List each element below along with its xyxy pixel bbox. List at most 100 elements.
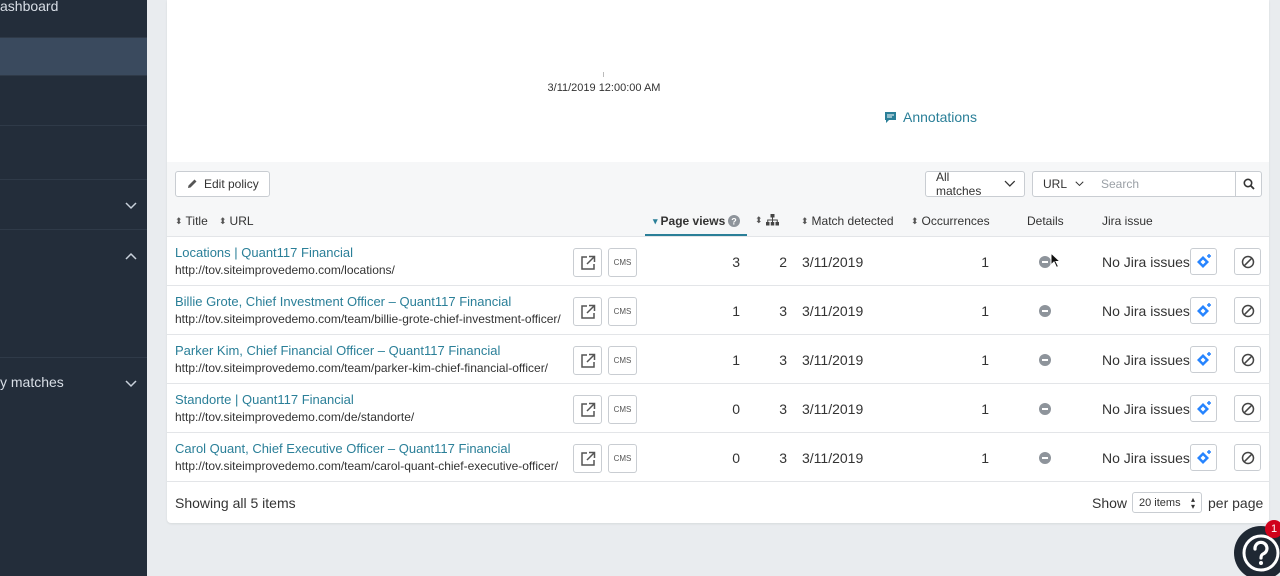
match-filter-value: All matches	[936, 170, 982, 198]
page-title-link[interactable]: Carol Quant, Chief Executive Officer – Q…	[175, 441, 511, 456]
sidebar-item[interactable]	[0, 76, 147, 126]
sidebar-item-expandable[interactable]	[0, 180, 147, 230]
notification-badge: 1	[1265, 520, 1280, 538]
jira-status: No Jira issues	[1102, 303, 1190, 319]
annotations-label: Annotations	[903, 109, 977, 125]
open-page-button[interactable]	[573, 297, 602, 326]
main-panel: 3/11/2019 12:00:00 AM Annotations Edit p…	[167, 0, 1269, 523]
match-filter-dropdown[interactable]: All matches	[925, 170, 1025, 198]
column-header-details: Details	[1027, 214, 1064, 228]
external-link-icon	[580, 353, 595, 368]
open-page-button[interactable]	[573, 248, 602, 277]
level-value: 3	[779, 352, 787, 368]
field-filter-dropdown[interactable]: URL	[1032, 171, 1093, 197]
details-icon[interactable]	[1039, 452, 1051, 464]
sidebar-item-expanded[interactable]	[0, 230, 147, 358]
sidebar: ashboard y matches	[0, 0, 147, 576]
pencil-icon	[188, 179, 197, 188]
page-views-value: 0	[732, 450, 740, 466]
annotations-link[interactable]: Annotations	[884, 109, 977, 125]
page-title-link[interactable]: Parker Kim, Chief Financial Officer – Qu…	[175, 343, 500, 358]
external-link-icon	[580, 451, 595, 466]
table-toolbar: Edit policy All matches URL	[167, 162, 1269, 206]
match-detected-value: 3/11/2019	[802, 303, 864, 319]
ignore-button[interactable]	[1234, 395, 1261, 422]
sidebar-item-active[interactable]	[0, 38, 147, 76]
jira-status: No Jira issues	[1102, 450, 1190, 466]
edit-policy-button[interactable]: Edit policy	[175, 171, 270, 197]
jira-icon	[1196, 253, 1211, 268]
cms-button[interactable]: CMS	[608, 297, 637, 326]
items-count: Showing all 5 items	[175, 495, 296, 511]
open-page-button[interactable]	[573, 444, 602, 473]
column-header-page-views[interactable]: ▾ Page views ?	[653, 214, 741, 228]
ignore-button[interactable]	[1234, 248, 1261, 275]
level-value: 3	[779, 401, 787, 417]
edit-policy-label: Edit policy	[204, 177, 259, 191]
cms-label: CMS	[613, 405, 632, 414]
external-link-icon	[580, 255, 595, 270]
create-jira-issue-button[interactable]	[1190, 444, 1217, 471]
open-page-button[interactable]	[573, 346, 602, 375]
block-icon	[1241, 451, 1254, 464]
column-header-occurrences[interactable]: ⬍ Occurrences	[911, 214, 990, 228]
chevron-down-icon	[125, 380, 137, 388]
sort-desc-icon: ▾	[653, 215, 658, 226]
x-axis-tick	[603, 72, 604, 77]
column-header-title[interactable]: ⬍ Title	[175, 214, 208, 228]
per-page-label: per page	[1208, 495, 1264, 511]
sidebar-item[interactable]	[0, 126, 147, 180]
page-views-value: 1	[732, 352, 740, 368]
sidebar-item-policy-matches[interactable]: y matches	[0, 358, 147, 408]
jira-icon	[1196, 449, 1211, 464]
create-jira-issue-button[interactable]	[1190, 395, 1217, 422]
table-footer: Showing all 5 items Show 20 items ▴ ▾ per…	[167, 482, 1269, 523]
page-title-link[interactable]: Billie Grote, Chief Investment Officer –…	[175, 294, 511, 309]
create-jira-issue-button[interactable]	[1190, 297, 1217, 324]
cms-button[interactable]: CMS	[608, 444, 637, 473]
column-header-match-detected[interactable]: ⬍ Match detected	[801, 214, 894, 228]
page-views-value: 0	[732, 401, 740, 417]
page-views-value: 3	[732, 254, 740, 270]
ignore-button[interactable]	[1234, 346, 1261, 373]
ignore-button[interactable]	[1234, 444, 1261, 471]
search-input[interactable]	[1092, 171, 1236, 197]
comment-icon	[885, 111, 896, 123]
jira-icon	[1196, 302, 1211, 317]
ignore-button[interactable]	[1234, 297, 1261, 324]
details-icon[interactable]	[1039, 354, 1051, 366]
search-button[interactable]	[1235, 171, 1262, 197]
sort-icon: ⬍	[911, 215, 919, 226]
create-jira-issue-button[interactable]	[1190, 346, 1217, 373]
page-url: http://tov.siteimprovedemo.com/team/caro…	[175, 459, 559, 473]
occurrences-value: 1	[981, 303, 989, 319]
sitemap-icon	[765, 214, 779, 226]
table-row: Locations | Quant117 Financial http://tov…	[167, 237, 1269, 286]
occurrences-value: 1	[981, 401, 989, 417]
cms-button[interactable]: CMS	[608, 395, 637, 424]
updown-icon: ▴ ▾	[1190, 494, 1195, 511]
cms-label: CMS	[613, 258, 632, 267]
block-icon	[1241, 304, 1254, 317]
table-header: ⬍ Title ⬍ URL ▾ Page views ? ⬍ ⬍ Match d…	[167, 206, 1269, 237]
cms-button[interactable]: CMS	[608, 346, 637, 375]
table-row: Parker Kim, Chief Financial Officer – Qu…	[167, 335, 1269, 384]
open-page-button[interactable]	[573, 395, 602, 424]
cms-label: CMS	[613, 454, 632, 463]
page-title-link[interactable]: Locations | Quant117 Financial	[175, 245, 353, 260]
sort-icon: ⬍	[175, 215, 183, 226]
create-jira-issue-button[interactable]	[1190, 248, 1217, 275]
column-header-url[interactable]: ⬍ URL	[219, 214, 254, 228]
column-header-level[interactable]: ⬍	[755, 214, 779, 226]
block-icon	[1241, 402, 1254, 415]
details-icon[interactable]	[1039, 403, 1051, 415]
table-row: Carol Quant, Chief Executive Officer – Q…	[167, 433, 1269, 482]
page-title-link[interactable]: Standorte | Quant117 Financial	[175, 392, 354, 407]
chart-area: 3/11/2019 12:00:00 AM Annotations	[167, 0, 1269, 162]
per-page-select[interactable]: 20 items ▴ ▾	[1132, 492, 1202, 513]
page-url: http://tov.siteimprovedemo.com/locations…	[175, 263, 395, 277]
match-detected-value: 3/11/2019	[802, 352, 864, 368]
sidebar-item-dashboard[interactable]: ashboard	[0, 0, 147, 38]
details-icon[interactable]	[1039, 305, 1051, 317]
cms-button[interactable]: CMS	[608, 248, 637, 277]
